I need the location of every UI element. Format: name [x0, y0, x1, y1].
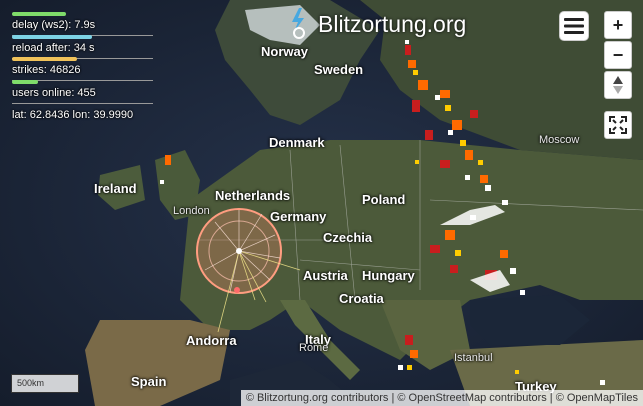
strikes-bar — [12, 57, 77, 61]
label-spain: Spain — [131, 374, 167, 389]
label-rome: Rome — [299, 342, 329, 354]
info-reload: reload after: 34 s — [8, 33, 153, 59]
label-croatia: Croatia — [339, 291, 384, 306]
users-text: users online: 455 — [12, 86, 96, 99]
zoom-out-label: − — [612, 44, 624, 65]
fullscreen-button[interactable] — [604, 111, 632, 139]
label-moscow: Moscow — [539, 134, 580, 146]
compass-button[interactable] — [604, 71, 632, 99]
lightning-map[interactable]: Norway Sweden Denmark Ireland Netherland… — [0, 0, 643, 406]
blitzortung-logo[interactable]: Blitzortung.org — [286, 8, 466, 40]
lightning-bolt-icon — [292, 8, 305, 39]
compass-reset-icon — [613, 76, 623, 94]
label-istanbul: Istanbul — [454, 352, 493, 364]
label-denmark: Denmark — [269, 135, 325, 150]
delay-bar — [12, 12, 66, 16]
label-czechia: Czechia — [323, 230, 373, 245]
menu-button[interactable] — [559, 11, 589, 41]
hamburger-menu-icon — [564, 18, 584, 34]
info-users: users online: 455 — [8, 78, 153, 104]
strikes-text: strikes: 46826 — [12, 64, 81, 76]
info-delay: delay (ws2): 7.9s — [8, 10, 153, 36]
reload-bar — [12, 34, 92, 39]
info-panel: delay (ws2): 7.9s reload after: 34 s str… — [8, 10, 153, 123]
map-attribution[interactable]: © Blitzortung.org contributors | © OpenS… — [240, 390, 643, 406]
info-latlon: lat: 62.8436 lon: 39.9990 — [8, 100, 153, 123]
zoom-out-button[interactable]: − — [604, 41, 632, 69]
map-scale: 500km — [11, 374, 79, 393]
scale-label: 500km — [17, 378, 45, 388]
info-strikes: strikes: 46826 — [8, 55, 153, 81]
label-london: London — [173, 205, 210, 217]
label-netherlands: Netherlands — [215, 188, 291, 203]
label-norway: Norway — [261, 44, 308, 59]
fullscreen-icon — [609, 116, 627, 134]
label-ireland: Ireland — [94, 181, 137, 196]
latlon-text: lat: 62.8436 lon: 39.9990 — [12, 109, 134, 121]
label-germany: Germany — [270, 209, 327, 224]
label-poland: Poland — [362, 192, 406, 207]
users-bar — [12, 79, 38, 84]
label-sweden: Sweden — [314, 62, 364, 77]
delay-text: delay (ws2): 7.9s — [12, 19, 96, 31]
reload-text: reload after: 34 s — [12, 41, 95, 54]
logo-text: Blitzortung.org — [318, 10, 467, 37]
zoom-in-label: + — [612, 14, 624, 35]
zoom-in-button[interactable]: + — [604, 11, 632, 39]
label-austria: Austria — [303, 268, 348, 283]
label-hungary: Hungary — [362, 268, 415, 283]
label-andorra: Andorra — [186, 333, 237, 348]
